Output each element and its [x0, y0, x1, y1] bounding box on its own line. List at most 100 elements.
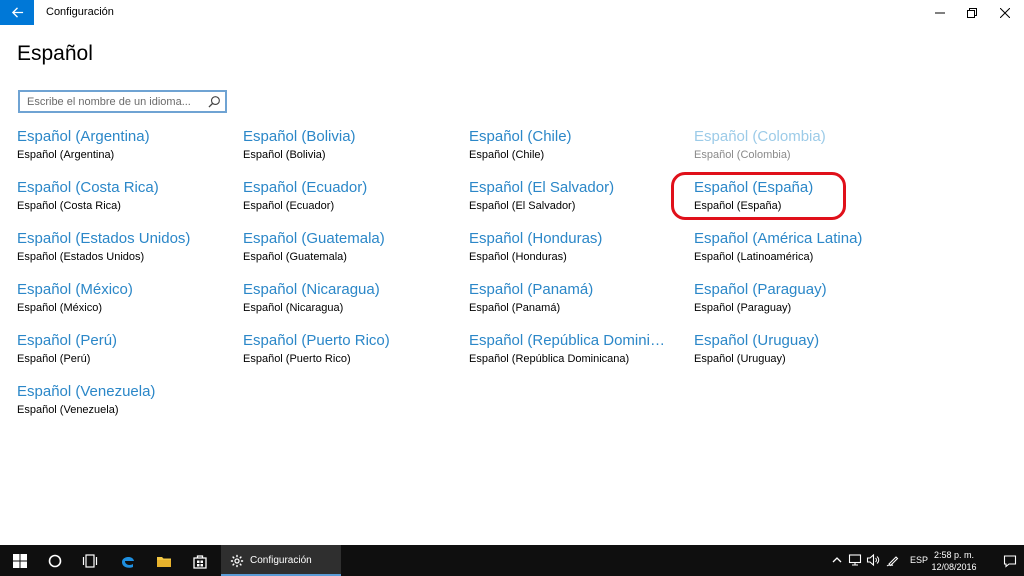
- clock-time[interactable]: 2:58 p. m.: [926, 550, 982, 560]
- language-subtitle: Español (Panamá): [469, 302, 561, 314]
- language-name: Español (México): [17, 281, 133, 298]
- language-name: Español (Puerto Rico): [243, 332, 390, 349]
- language-item-america-latina[interactable]: Español (América Latina) Español (Latino…: [694, 230, 914, 274]
- volume-icon[interactable]: [866, 553, 880, 567]
- language-name: Español (Argentina): [17, 128, 150, 145]
- language-item-argentina[interactable]: Español (Argentina) Español (Argentina): [17, 128, 237, 172]
- language-name: Español (Guatemala): [243, 230, 385, 247]
- language-subtitle: Español (Perú): [17, 353, 91, 365]
- language-subtitle: Español (Argentina): [17, 149, 115, 161]
- language-item-chile[interactable]: Español (Chile) Español (Chile): [469, 128, 689, 172]
- task-view-button[interactable]: [72, 545, 108, 576]
- language-name: Español (Colombia): [694, 128, 826, 145]
- action-center-button[interactable]: [996, 545, 1024, 576]
- language-item-costa-rica[interactable]: Español (Costa Rica) Español (Costa Rica…: [17, 179, 237, 223]
- cortana-circle-icon: [48, 554, 62, 567]
- back-button[interactable]: [0, 0, 34, 25]
- language-item-uruguay[interactable]: Español (Uruguay) Español (Uruguay): [694, 332, 914, 376]
- language-subtitle: Español (Costa Rica): [17, 200, 121, 212]
- taskbar-app-label: Configuración: [250, 555, 312, 566]
- store-bag-icon: [193, 554, 207, 569]
- task-view-icon: [82, 553, 98, 568]
- language-item-venezuela[interactable]: Español (Venezuela) Español (Venezuela): [17, 383, 237, 427]
- window-title: Configuración: [46, 6, 114, 18]
- language-name: Español (Venezuela): [17, 383, 156, 400]
- language-item-mexico[interactable]: Español (México) Español (México): [17, 281, 237, 325]
- folder-icon: [157, 556, 171, 567]
- clock-date[interactable]: 12/08/2016: [926, 562, 982, 572]
- language-name: Español (España): [694, 179, 814, 196]
- close-icon: [1000, 7, 1010, 18]
- language-subtitle: Español (Honduras): [469, 251, 567, 263]
- taskbar-app-configuracion[interactable]: Configuración: [221, 545, 341, 576]
- minimize-icon: [935, 12, 945, 13]
- language-subtitle: Español (Paraguay): [694, 302, 792, 314]
- title-bar: Configuración: [0, 0, 1024, 25]
- language-subtitle: Español (Bolivia): [243, 149, 326, 161]
- language-item-estados-unidos[interactable]: Español (Estados Unidos) Español (Estado…: [17, 230, 237, 274]
- page-title: Español: [17, 42, 93, 65]
- language-subtitle: Español (Nicaragua): [243, 302, 344, 314]
- language-subtitle: Español (El Salvador): [469, 200, 576, 212]
- language-subtitle: Español (Uruguay): [694, 353, 786, 365]
- language-name: Español (Honduras): [469, 230, 603, 247]
- language-subtitle: Español (México): [17, 302, 102, 314]
- language-name: Español (Chile): [469, 128, 572, 145]
- language-name: Español (Nicaragua): [243, 281, 380, 298]
- network-icon[interactable]: [848, 553, 862, 567]
- notification-icon: [1003, 554, 1017, 568]
- language-subtitle: Español (Venezuela): [17, 404, 119, 416]
- language-subtitle: Español (Puerto Rico): [243, 353, 351, 365]
- language-item-bolivia[interactable]: Español (Bolivia) Español (Bolivia): [243, 128, 463, 172]
- language-item-ecuador[interactable]: Español (Ecuador) Español (Ecuador): [243, 179, 463, 223]
- store-button[interactable]: [182, 545, 218, 576]
- language-item-republica-dominicana[interactable]: Español (República Dominicana) Español (…: [469, 332, 689, 376]
- minimize-button[interactable]: [923, 0, 957, 25]
- language-item-paraguay[interactable]: Español (Paraguay) Español (Paraguay): [694, 281, 914, 325]
- language-subtitle: Español (Ecuador): [243, 200, 335, 212]
- search-input[interactable]: [20, 92, 205, 111]
- language-item-nicaragua[interactable]: Español (Nicaragua) Español (Nicaragua): [243, 281, 463, 325]
- language-item-honduras[interactable]: Español (Honduras) Español (Honduras): [469, 230, 689, 274]
- taskbar: Configuración ESP 2:58 p. m. 12/08/2016: [0, 545, 1024, 576]
- language-name: Español (Ecuador): [243, 179, 368, 196]
- language-subtitle: Español (Guatemala): [243, 251, 347, 263]
- cortana-button[interactable]: [37, 545, 73, 576]
- search-icon[interactable]: [208, 95, 221, 108]
- language-item-panama[interactable]: Español (Panamá) Español (Panamá): [469, 281, 689, 325]
- language-name: Español (Estados Unidos): [17, 230, 191, 247]
- pen-ink-icon[interactable]: [886, 553, 900, 567]
- language-item-el-salvador[interactable]: Español (El Salvador) Español (El Salvad…: [469, 179, 689, 223]
- restore-icon: [967, 7, 977, 18]
- language-subtitle: Español (Estados Unidos): [17, 251, 145, 263]
- language-name: Español (Bolivia): [243, 128, 356, 145]
- language-name: Español (Uruguay): [694, 332, 820, 349]
- language-item-guatemala[interactable]: Español (Guatemala) Español (Guatemala): [243, 230, 463, 274]
- windows-logo-icon: [13, 553, 27, 568]
- language-item-peru[interactable]: Español (Perú) Español (Perú): [17, 332, 237, 376]
- language-subtitle: Español (República Dominicana): [469, 353, 630, 365]
- language-name: Español (El Salvador): [469, 179, 615, 196]
- start-button[interactable]: [2, 545, 38, 576]
- gear-icon: [230, 554, 244, 567]
- edge-browser-icon: [122, 556, 134, 568]
- language-name: Español (Paraguay): [694, 281, 827, 298]
- language-name: Español (Perú): [17, 332, 118, 349]
- restore-button[interactable]: [955, 0, 989, 25]
- language-item-colombia: Español (Colombia) Español (Colombia): [694, 128, 914, 172]
- language-item-puerto-rico[interactable]: Español (Puerto Rico) Español (Puerto Ri…: [243, 332, 463, 376]
- language-item-espana[interactable]: Español (España) Español (España): [694, 179, 914, 223]
- language-name: Español (Costa Rica): [17, 179, 159, 196]
- language-name: Español (República Dominicana): [469, 332, 669, 349]
- language-subtitle: Español (España): [694, 200, 782, 212]
- close-button[interactable]: [988, 0, 1022, 25]
- file-explorer-button[interactable]: [146, 545, 182, 576]
- chevron-up-icon[interactable]: [830, 553, 844, 567]
- language-subtitle: Español (Colombia): [694, 149, 791, 161]
- language-name: Español (América Latina): [694, 230, 863, 247]
- language-name: Español (Panamá): [469, 281, 594, 298]
- back-arrow-icon: [11, 7, 23, 18]
- edge-button[interactable]: [110, 545, 146, 576]
- language-subtitle: Español (Latinoamérica): [694, 251, 814, 263]
- language-search-box[interactable]: [18, 90, 227, 113]
